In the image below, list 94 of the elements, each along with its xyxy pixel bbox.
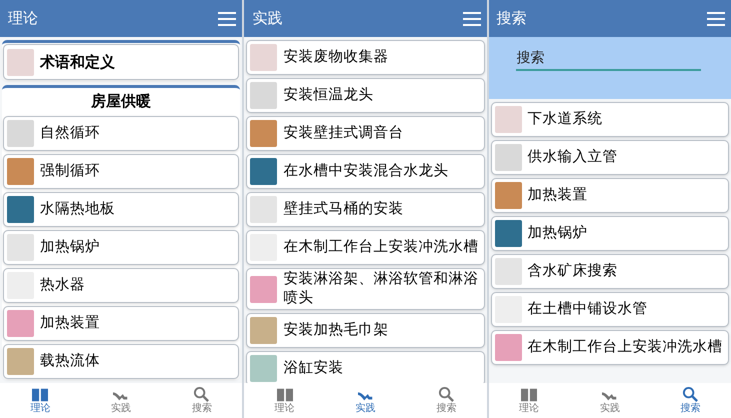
search-icon (438, 386, 455, 403)
list-item[interactable]: 安装淋浴架、淋浴软管和淋浴喷头 (246, 268, 485, 310)
item-label: 安装恒温龙头 (283, 86, 374, 105)
item-thumbnail (494, 296, 522, 323)
nav-tab[interactable]: 搜索 (162, 383, 242, 418)
item-label: 加热锅炉 (528, 224, 588, 243)
nav-tab[interactable]: 搜索 (650, 383, 731, 418)
list-item[interactable]: 安装壁挂式调音台 (246, 116, 485, 151)
list-item[interactable]: 安装废物收集器 (246, 40, 485, 75)
section-heading: 房屋供暖 (90, 91, 152, 112)
list-item[interactable]: 在木制工作台上安装冲洗水槽 (490, 330, 729, 365)
item-thumbnail (7, 234, 34, 261)
list-item[interactable]: 壁挂式马桶的安装 (246, 192, 485, 227)
item-thumbnail (250, 317, 278, 344)
item-thumbnail (494, 334, 522, 361)
item-label: 安装废物收集器 (283, 48, 388, 67)
item-label: 水隔热地板 (40, 200, 115, 219)
book-icon (276, 386, 294, 402)
search-field[interactable]: 搜索 (516, 47, 701, 71)
item-thumbnail (250, 82, 278, 109)
item-thumbnail (250, 276, 278, 302)
item-thumbnail (250, 120, 278, 147)
item-thumbnail (494, 106, 522, 133)
menu-icon[interactable] (218, 12, 236, 26)
item-thumbnail (7, 348, 34, 375)
item-label: 下水道系统 (528, 110, 603, 129)
book-icon (31, 386, 50, 402)
list-item[interactable]: 热水器 (3, 268, 240, 303)
item-label: 在木制工作台上安装冲洗水槽 (283, 238, 478, 257)
nav-tab[interactable]: 理论 (244, 383, 326, 418)
item-label: 安装壁挂式调音台 (283, 124, 404, 143)
nav-tab[interactable]: 实践 (569, 383, 650, 418)
menu-icon[interactable] (462, 12, 481, 26)
item-label: 加热装置 (40, 314, 100, 333)
item-thumbnail (494, 144, 522, 171)
screen-title: 理论 (8, 8, 38, 30)
search-icon (193, 386, 210, 403)
list-item[interactable]: 安装加热毛巾架 (246, 313, 485, 348)
item-thumbnail (250, 196, 278, 223)
menu-icon[interactable] (706, 12, 725, 26)
item-thumbnail (7, 158, 34, 185)
nav-tab[interactable]: 搜索 (406, 383, 487, 418)
list-item[interactable]: 在水槽中安装混合水龙头 (246, 154, 485, 189)
item-label: 含水矿床搜索 (528, 262, 618, 281)
item-label: 在木制工作台上安装冲洗水槽 (528, 338, 723, 357)
item-label: 浴缸安装 (283, 359, 344, 378)
nav-tab[interactable]: 实践 (325, 383, 406, 418)
item-thumbnail (7, 310, 34, 337)
item-label: 在土槽中铺设水管 (528, 300, 648, 319)
screen-title: 实践 (252, 8, 282, 30)
list-item[interactable]: 自然循环 (3, 116, 240, 151)
item-label: 热水器 (40, 276, 85, 295)
list-item[interactable]: 载热流体 (3, 344, 240, 379)
list-item[interactable]: 加热锅炉 (3, 230, 240, 265)
list-item[interactable]: 加热装置 (3, 306, 240, 341)
item-label: 强制循环 (40, 162, 100, 181)
item-thumbnail (494, 258, 522, 285)
nav-tab[interactable]: 实践 (80, 383, 162, 418)
screen-title: 搜索 (496, 8, 527, 30)
item-thumbnail (7, 48, 34, 76)
list-item[interactable]: 加热装置 (490, 178, 729, 213)
list-item[interactable]: 水隔热地板 (3, 192, 240, 227)
item-label: 载热流体 (40, 352, 100, 371)
list-item[interactable]: 下水道系统 (490, 102, 729, 137)
list-item[interactable]: 含水矿床搜索 (490, 254, 729, 289)
list-item[interactable]: 在木制工作台上安装冲洗水槽 (246, 230, 485, 265)
item-label: 壁挂式马桶的安装 (283, 200, 404, 219)
list-item[interactable]: 强制循环 (3, 154, 240, 189)
item-thumbnail (250, 158, 278, 185)
book-icon (520, 386, 538, 402)
item-label: 术语和定义 (40, 52, 115, 72)
item-thumbnail (7, 196, 34, 223)
item-label: 加热锅炉 (40, 238, 100, 257)
item-label: 安装淋浴架、淋浴软管和淋浴喷头 (283, 270, 480, 308)
item-label: 加热装置 (528, 186, 588, 205)
nav-tab[interactable]: 理论 (0, 383, 81, 418)
list-item[interactable]: 安装恒温龙头 (246, 78, 485, 113)
nav-tab[interactable]: 理论 (488, 383, 570, 418)
item-thumbnail (250, 44, 278, 71)
list-item[interactable]: 在土槽中铺设水管 (490, 292, 729, 327)
item-thumbnail (494, 182, 522, 209)
item-thumbnail (494, 220, 522, 247)
item-label: 自然循环 (40, 124, 100, 143)
list-item[interactable]: 供水输入立管 (490, 140, 729, 175)
item-thumbnail (7, 120, 34, 147)
item-label: 安装加热毛巾架 (283, 321, 388, 340)
list-item[interactable]: 浴缸安装 (246, 351, 485, 383)
item-label: 供水输入立管 (528, 148, 618, 167)
search-bar[interactable]: 搜索 (488, 37, 731, 99)
item-thumbnail (250, 355, 278, 382)
item-label: 在水槽中安装混合水龙头 (283, 162, 448, 181)
search-icon (682, 386, 700, 403)
list-item[interactable]: 术语和定义 (3, 44, 240, 80)
list-item[interactable]: 加热锅炉 (490, 216, 729, 251)
